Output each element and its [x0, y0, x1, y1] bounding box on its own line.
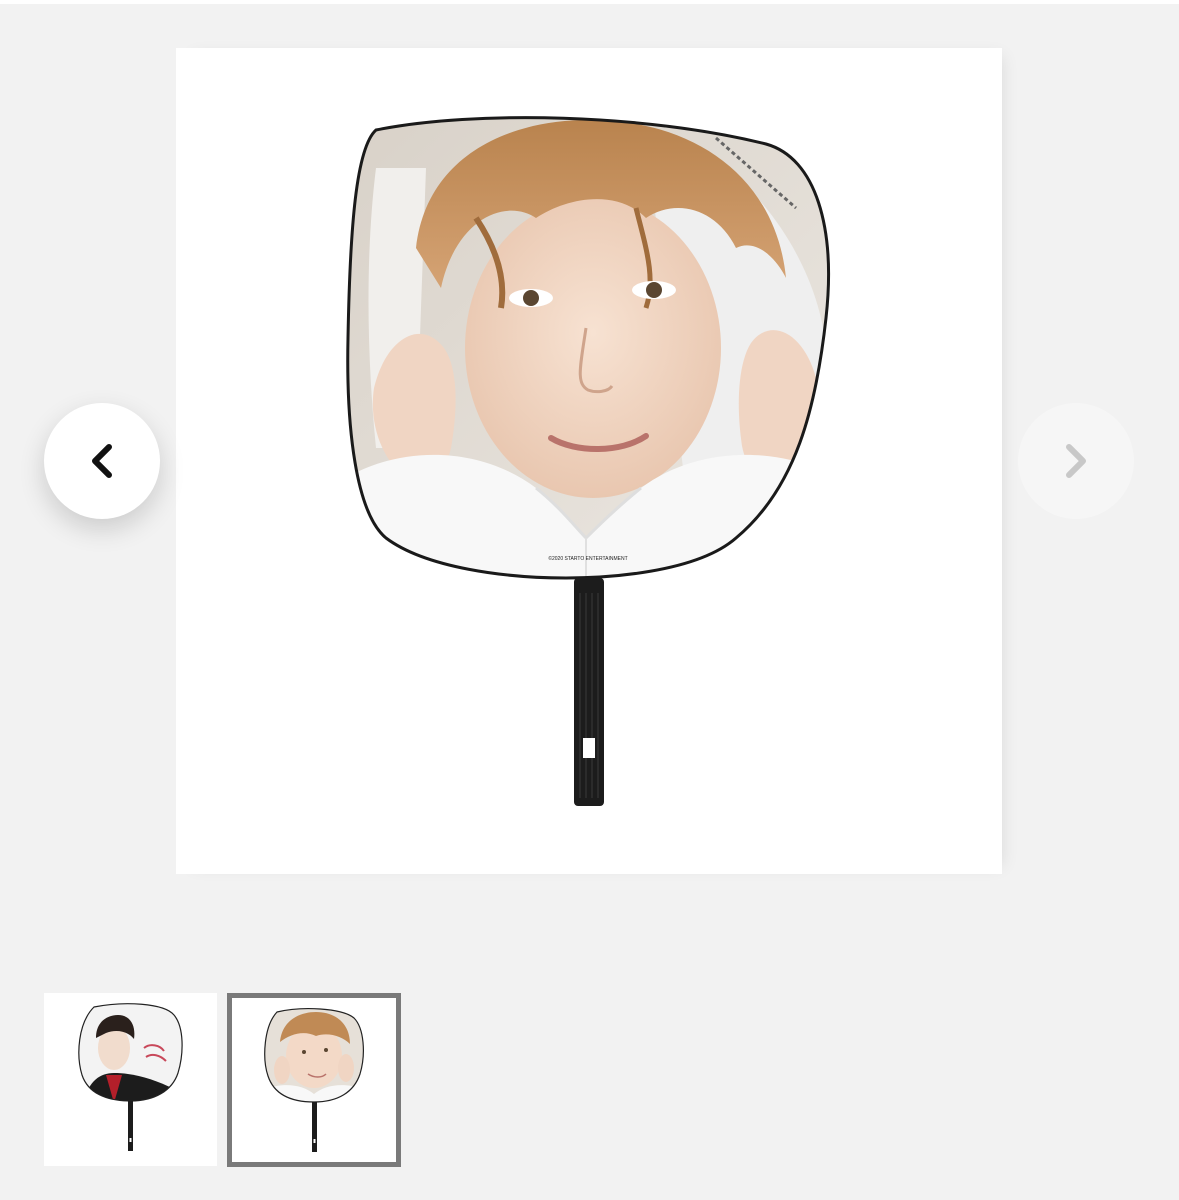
thumbnail-2-selected[interactable]	[227, 993, 401, 1167]
thumbnail-1[interactable]	[44, 993, 217, 1166]
thumbnail-image-red-jacket	[78, 1003, 183, 1151]
fan-photo	[347, 117, 829, 578]
top-strip	[0, 0, 1179, 4]
main-product-image: ©2020 STARTO ENTERTAINMENT	[176, 48, 1002, 874]
copyright-text: ©2020 STARTO ENTERTAINMENT	[548, 555, 627, 562]
fan-illustration: ©2020 STARTO ENTERTAINMENT	[346, 116, 830, 806]
fan-handle	[574, 578, 604, 806]
next-image-button[interactable]	[1018, 403, 1134, 519]
chevron-left-icon	[92, 444, 112, 478]
previous-image-button[interactable]	[44, 403, 160, 519]
thumbnail-image-close-up-portrait	[264, 1008, 364, 1152]
chevron-right-icon	[1066, 444, 1086, 478]
